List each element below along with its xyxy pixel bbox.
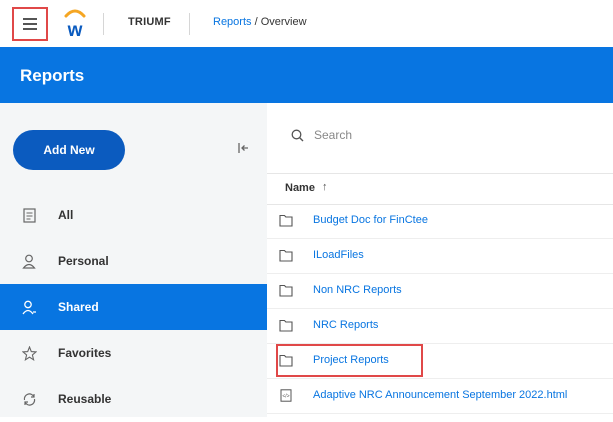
search-icon <box>291 129 304 141</box>
folder-icon <box>279 284 293 297</box>
folder-icon <box>279 319 293 332</box>
sidebar-item-personal[interactable]: Personal <box>0 238 267 284</box>
column-header: Name ↑ <box>267 173 613 205</box>
workday-logo[interactable]: w <box>63 7 87 39</box>
column-header-name[interactable]: Name <box>285 182 315 194</box>
page-title: Reports <box>20 66 85 85</box>
breadcrumb-separator: / <box>254 16 258 28</box>
list-item[interactable]: ILoadFiles <box>267 239 613 274</box>
sidebar-item-label: Personal <box>58 254 109 268</box>
divider <box>103 13 104 35</box>
collapse-sidebar-icon[interactable] <box>237 142 249 157</box>
list-item[interactable]: NRC Reports <box>267 309 613 344</box>
top-bar: w TRIUMF Reports / Overview <box>0 0 613 48</box>
person-icon <box>21 253 37 269</box>
sidebar-item-shared[interactable]: Shared <box>0 284 267 330</box>
breadcrumb: Reports / Overview <box>213 16 307 28</box>
sidebar-item-favorites[interactable]: Favorites <box>0 330 267 376</box>
html-file-icon: </> <box>280 389 292 402</box>
document-icon <box>21 207 37 223</box>
folder-icon <box>279 249 293 262</box>
hamburger-menu-icon[interactable] <box>12 7 48 41</box>
list-item-label[interactable]: ILoadFiles <box>313 249 364 261</box>
shared-people-icon <box>21 299 37 315</box>
list-item[interactable]: Non NRC Reports <box>267 274 613 309</box>
breadcrumb-link-reports[interactable]: Reports <box>213 16 252 28</box>
tenant-name: TRIUMF <box>128 16 171 28</box>
list-item[interactable]: Budget Doc for FinCtee <box>267 204 613 239</box>
sidebar-item-label: All <box>58 208 74 222</box>
sidebar-item-label: Shared <box>58 300 99 314</box>
add-new-button[interactable]: Add New <box>13 130 125 170</box>
sidebar-item-label: Reusable <box>58 392 112 406</box>
svg-text:</>: </> <box>282 394 289 400</box>
sidebar: Add New All Personal Shared Favorites Re… <box>0 103 267 417</box>
sort-ascending-icon[interactable]: ↑ <box>322 181 328 193</box>
list-item-label[interactable]: Budget Doc for FinCtee <box>313 214 428 226</box>
search-input[interactable]: Search <box>291 128 352 142</box>
svg-text:w: w <box>67 20 83 39</box>
list-item[interactable]: </> Adaptive NRC Announcement September … <box>267 379 613 414</box>
list-item-label[interactable]: Adaptive NRC Announcement September 2022… <box>313 389 567 401</box>
page-header: Reports <box>0 47 613 103</box>
reuse-icon <box>21 391 37 407</box>
list-item-label[interactable]: NRC Reports <box>313 319 378 331</box>
folder-icon <box>279 214 293 227</box>
sidebar-item-reusable[interactable]: Reusable <box>0 376 267 422</box>
search-placeholder: Search <box>314 128 353 142</box>
divider <box>189 13 190 35</box>
breadcrumb-current: Overview <box>260 16 307 28</box>
sidebar-item-all[interactable]: All <box>0 192 267 238</box>
star-icon <box>21 345 37 361</box>
project-reports-highlight <box>276 344 423 377</box>
sidebar-item-label: Favorites <box>58 346 112 360</box>
list-item-label[interactable]: Non NRC Reports <box>313 284 402 296</box>
